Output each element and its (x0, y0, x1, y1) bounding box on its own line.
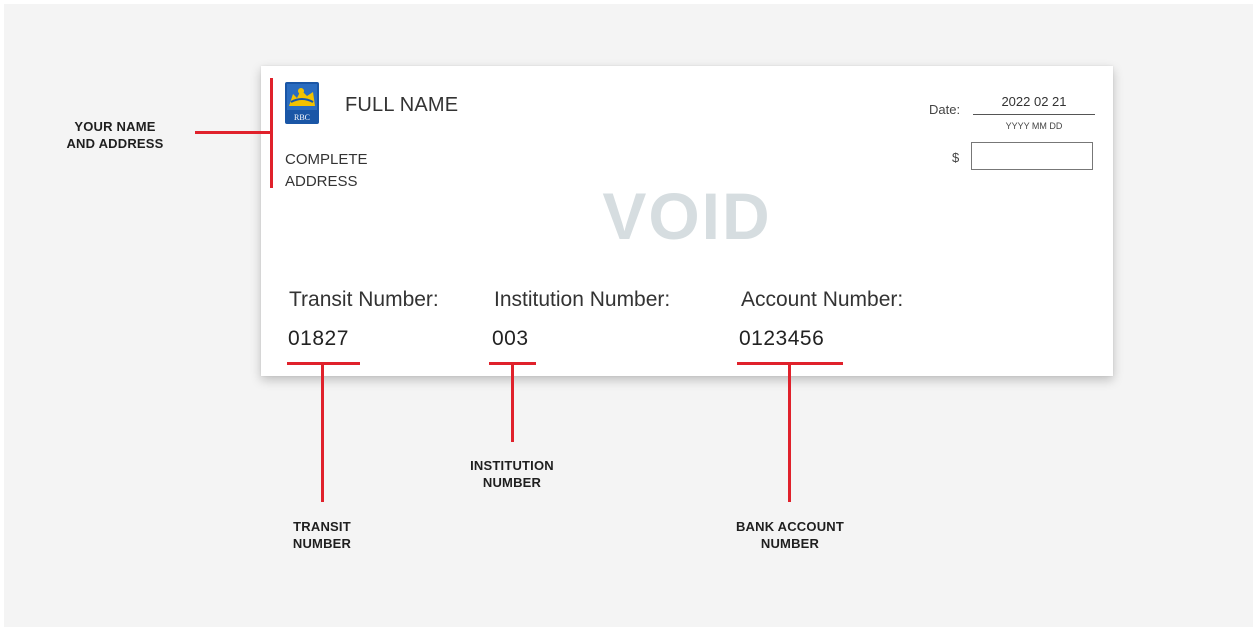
name-address-bracket (270, 78, 273, 188)
amount-box (971, 142, 1093, 170)
page-frame-top (0, 0, 1253, 4)
institution-number-value: 003 (492, 327, 529, 350)
rbc-logo-icon: RBC (285, 82, 319, 124)
callout-bank-account-line-1: BANK ACCOUNT (735, 519, 845, 534)
institution-number-label: Institution Number: (494, 288, 671, 311)
callout-name-address-line-2: AND ADDRESS (66, 136, 164, 151)
transit-number-label: Transit Number: (289, 288, 439, 311)
transit-pointer (321, 364, 324, 502)
institution-pointer (511, 364, 514, 442)
callout-transit-line-1: TRANSIT (293, 519, 351, 534)
rbc-logo-text: RBC (294, 113, 310, 122)
page-frame-left (0, 0, 4, 627)
name-address-pointer (195, 131, 270, 134)
currency-symbol: $ (952, 150, 960, 165)
callout-name-address-line-1: YOUR NAME (74, 119, 156, 134)
date-label: Date: (929, 102, 961, 117)
sample-cheque: RBC FULL NAME COMPLETE ADDRESS Date: 202… (261, 66, 1113, 376)
address-line-1: COMPLETE (285, 151, 368, 168)
transit-number-value: 01827 (288, 327, 349, 350)
date-value: 2022 02 21 (1001, 94, 1067, 109)
callout-bank-account: BANK ACCOUNT NUMBER (710, 518, 870, 552)
date-format-hint: YYYY MM DD (1005, 121, 1063, 131)
callout-bank-account-line-2: NUMBER (760, 536, 820, 551)
account-number-label: Account Number: (741, 288, 904, 311)
void-watermark: VOID (602, 179, 772, 253)
callout-transit: TRANSIT NUMBER (262, 518, 382, 552)
callout-transit-line-2: NUMBER (292, 536, 352, 551)
account-holder-name: FULL NAME (345, 94, 459, 116)
account-number-value: 0123456 (739, 327, 825, 350)
date-underline (973, 114, 1095, 115)
account-pointer (788, 364, 791, 502)
callout-institution-line-2: NUMBER (482, 475, 542, 490)
callout-name-address: YOUR NAME AND ADDRESS (50, 118, 180, 152)
callout-institution: INSTITUTION NUMBER (447, 457, 577, 491)
callout-institution-line-1: INSTITUTION (470, 458, 554, 473)
